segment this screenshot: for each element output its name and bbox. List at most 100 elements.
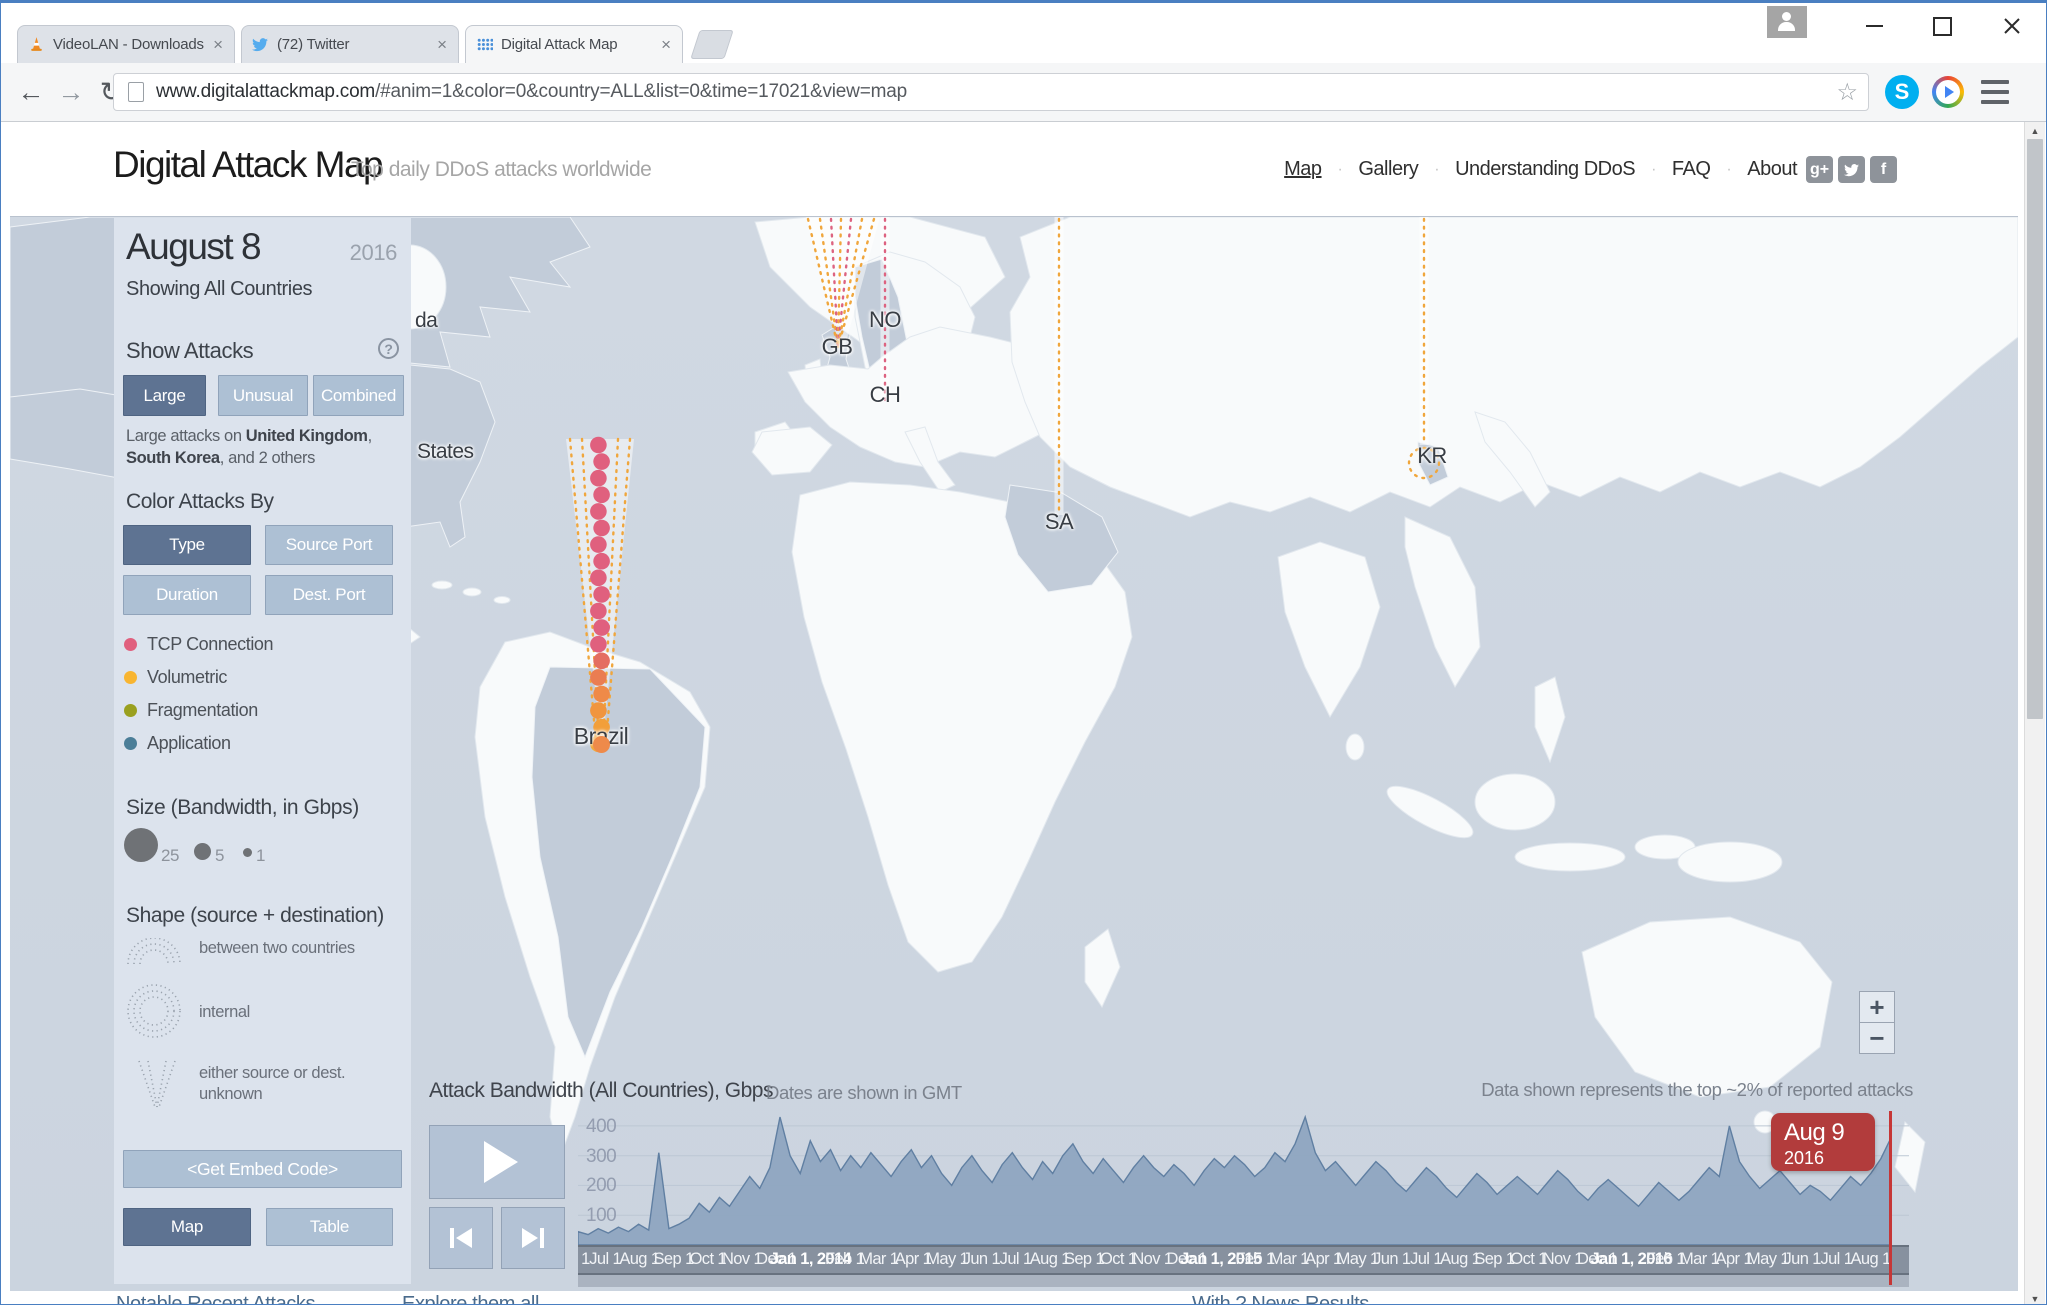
footer-strip: Notable Recent Attacks Explore them all …: [2, 1291, 2027, 1305]
nav-map[interactable]: Map: [1284, 158, 1321, 181]
tab-title: (72) Twitter: [277, 36, 434, 53]
arc-dots-icon: [124, 938, 184, 966]
legend-volumetric[interactable]: Volumetric: [124, 667, 227, 688]
filter-unusual-button[interactable]: Unusual: [218, 375, 308, 416]
maximize-button[interactable]: [1919, 11, 1965, 41]
tab-digital-attack-map[interactable]: Digital Attack Map ×: [465, 25, 683, 63]
facebook-icon[interactable]: f: [1870, 156, 1897, 183]
color-by-dest-port-button[interactable]: Dest. Port: [265, 575, 393, 615]
map-label-ch[interactable]: CH: [870, 382, 901, 408]
timeline-tick-label: Sep 1: [1474, 1250, 1514, 1269]
map-label-no[interactable]: NO: [869, 307, 901, 333]
fan-dots-icon: [134, 1058, 180, 1112]
twitter-icon[interactable]: [1838, 156, 1865, 183]
new-tab-button[interactable]: [690, 30, 733, 59]
color-by-duration-button[interactable]: Duration: [123, 575, 251, 615]
tab-videolan[interactable]: VideoLAN - Downloads ×: [17, 25, 235, 63]
view-map-button[interactable]: Map: [123, 1208, 251, 1246]
map-label-sa[interactable]: SA: [1045, 509, 1073, 535]
timeline-axis[interactable]: Jun 1Jul 1Aug 1Sep 1Oct 1Nov 1Dec 1Jan 1…: [578, 1245, 1909, 1275]
footer-explore-link[interactable]: Explore them all: [402, 1291, 539, 1305]
map-label-gb[interactable]: GB: [822, 334, 853, 360]
timeline-tick-label: Mar 1: [1680, 1250, 1719, 1269]
site-title[interactable]: Digital Attack Map: [113, 144, 382, 186]
close-button[interactable]: [1989, 11, 2035, 41]
nav-faq[interactable]: FAQ: [1672, 158, 1711, 181]
map-label-canada[interactable]: da: [415, 309, 437, 333]
sidebar-year: 2016: [350, 240, 397, 266]
color-by-heading: Color Attacks By: [126, 490, 274, 514]
url-bar[interactable]: www.digitalattackmap.com/#anim=1&color=0…: [113, 73, 1869, 111]
timeline-tick-label: Sep 1: [1064, 1250, 1104, 1269]
tab-close-icon[interactable]: ×: [434, 35, 450, 55]
skip-back-button[interactable]: [429, 1207, 493, 1269]
shape-unknown-label: either source or dest. unknown: [199, 1063, 389, 1104]
person-icon: [1782, 12, 1791, 21]
y-axis-tick: 300: [586, 1146, 616, 1168]
url-text[interactable]: www.digitalattackmap.com/#anim=1&color=0…: [156, 81, 1828, 103]
timeline-tick-label: Aug 1: [1851, 1250, 1891, 1269]
nav-about[interactable]: About: [1747, 158, 1797, 181]
dots-grid-icon: [476, 36, 493, 53]
volumetric-dot-icon: [124, 671, 137, 684]
timeline-track[interactable]: [578, 1275, 1909, 1287]
gmt-note: Dates are shown in GMT: [766, 1082, 962, 1104]
color-by-source-port-button[interactable]: Source Port: [265, 525, 393, 565]
sidebar-date: August 8: [126, 226, 260, 268]
tab-title: VideoLAN - Downloads: [53, 36, 210, 53]
forward-icon[interactable]: →: [53, 63, 89, 121]
timeline-cursor-line[interactable]: [1889, 1111, 1892, 1285]
timeline-tick-label: Jun 1: [1784, 1250, 1821, 1269]
bookmark-star-icon[interactable]: ☆: [1836, 78, 1858, 107]
map-zoom-controls: + −: [1859, 991, 1895, 1054]
get-embed-code-button[interactable]: <Get Embed Code>: [123, 1150, 402, 1188]
scrollbar-thumb[interactable]: [2027, 139, 2043, 719]
scroll-up-icon[interactable]: ▲: [2025, 122, 2045, 139]
minimize-button[interactable]: [1851, 11, 1897, 41]
skype-extension-icon[interactable]: S: [1885, 75, 1919, 109]
footer-news-results: With ? News Results: [1192, 1291, 1369, 1305]
size-5-circle-icon: [194, 843, 211, 860]
zoom-out-button[interactable]: −: [1859, 1022, 1895, 1054]
profile-button[interactable]: [1767, 6, 1807, 38]
timeline-tick-label: Jun 1: [1373, 1250, 1410, 1269]
timeline-tick-label: Jul 1: [1000, 1250, 1032, 1269]
skip-back-icon: [448, 1226, 474, 1250]
size-25-label: 25: [161, 846, 179, 866]
legend-application[interactable]: Application: [124, 733, 231, 754]
hamburger-menu-icon[interactable]: [1981, 80, 2009, 104]
footer-notable-attacks[interactable]: Notable Recent Attacks: [116, 1291, 315, 1305]
site-header: Digital Attack Map Top daily DDoS attack…: [2, 122, 2027, 216]
nav-understanding-ddos[interactable]: Understanding DDoS: [1455, 158, 1635, 181]
back-icon[interactable]: ←: [13, 63, 49, 121]
nav-gallery[interactable]: Gallery: [1358, 158, 1418, 181]
map-label-kr[interactable]: KR: [1417, 443, 1447, 469]
tab-close-icon[interactable]: ×: [658, 35, 674, 55]
play-icon: [484, 1141, 518, 1183]
tab-twitter[interactable]: (72) Twitter ×: [241, 25, 459, 63]
filter-combined-button[interactable]: Combined: [313, 375, 404, 416]
legend-tcp-connection[interactable]: TCP Connection: [124, 634, 273, 655]
map-label-united-states[interactable]: States: [417, 440, 474, 464]
timeline-cursor-tooltip[interactable]: Aug 9 2016: [1771, 1113, 1875, 1171]
scroll-down-icon[interactable]: ▼: [2025, 1290, 2045, 1305]
google-plus-icon[interactable]: g+: [1806, 156, 1833, 183]
timeline-tick-label: Oct 1: [690, 1250, 726, 1269]
legend-fragmentation[interactable]: Fragmentation: [124, 700, 258, 721]
play-button[interactable]: [429, 1125, 565, 1199]
bandwidth-chart[interactable]: 400300200100: [578, 1111, 1909, 1245]
help-icon[interactable]: ?: [378, 338, 399, 359]
filter-large-button[interactable]: Large: [123, 375, 206, 416]
tab-close-icon[interactable]: ×: [210, 35, 226, 55]
color-by-type-button[interactable]: Type: [123, 525, 251, 565]
play-extension-icon[interactable]: [1932, 76, 1964, 108]
sidebar: August 8 2016 Showing All Countries Show…: [114, 218, 411, 1284]
ring-dots-icon: [126, 983, 182, 1039]
skip-forward-icon: [520, 1226, 546, 1250]
timeline-tick-label: Jul 1: [1820, 1250, 1852, 1269]
skip-forward-button[interactable]: [501, 1207, 565, 1269]
view-table-button[interactable]: Table: [266, 1208, 393, 1246]
page-scrollbar[interactable]: ▲ ▼: [2024, 122, 2045, 1305]
zoom-in-button[interactable]: +: [1859, 991, 1895, 1023]
show-attacks-heading: Show Attacks: [126, 338, 253, 364]
